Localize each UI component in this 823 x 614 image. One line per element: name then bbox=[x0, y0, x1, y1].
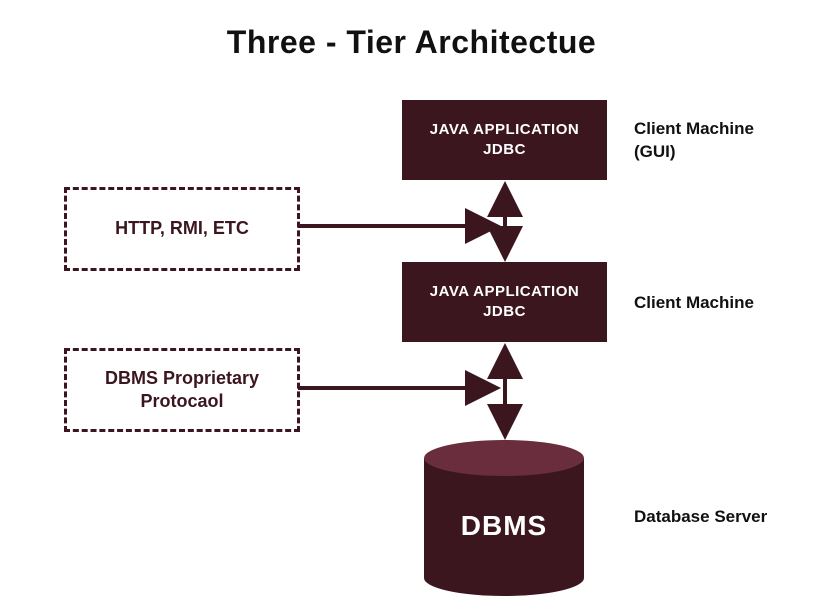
protocol-http-label: HTTP, RMI, ETC bbox=[115, 217, 249, 240]
tier2-line1: JAVA APPLICATION bbox=[430, 282, 579, 302]
right-label-client-gui-l1: Client Machine bbox=[634, 119, 754, 138]
right-label-client-gui-l2: (GUI) bbox=[634, 142, 676, 161]
protocol-dbms-label: DBMS Proprietary Protocaol bbox=[67, 367, 297, 414]
tier1-line1: JAVA APPLICATION bbox=[430, 120, 579, 140]
tier2-box: JAVA APPLICATION JDBC bbox=[402, 262, 607, 342]
dbms-cylinder: DBMS bbox=[424, 440, 584, 590]
protocol-box-http: HTTP, RMI, ETC bbox=[64, 187, 300, 271]
right-label-client-machine: Client Machine bbox=[634, 292, 754, 315]
tier2-line2: JDBC bbox=[483, 302, 526, 322]
protocol-box-dbms: DBMS Proprietary Protocaol bbox=[64, 348, 300, 432]
right-label-database-server: Database Server bbox=[634, 506, 767, 529]
right-label-client-gui: Client Machine (GUI) bbox=[634, 118, 754, 164]
diagram-title: Three - Tier Architectue bbox=[0, 24, 823, 61]
tier1-line2: JDBC bbox=[483, 140, 526, 160]
dbms-label: DBMS bbox=[424, 510, 584, 542]
tier1-box: JAVA APPLICATION JDBC bbox=[402, 100, 607, 180]
